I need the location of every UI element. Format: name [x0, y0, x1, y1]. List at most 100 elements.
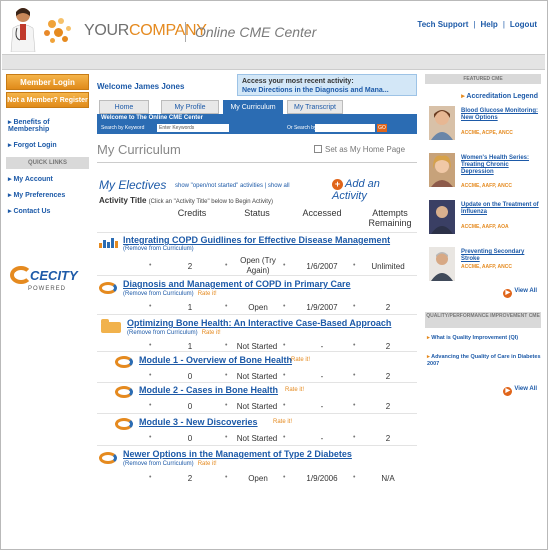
column-status: Status [244, 208, 270, 218]
remove-from-curriculum-link[interactable]: (Remove from Curriculum) Rate it! [123, 461, 217, 467]
tab-my-curriculum[interactable]: My Curriculum [223, 100, 283, 114]
rate-it-link[interactable]: Rate it! [285, 387, 304, 393]
featured-title-link[interactable]: Update on the Treatment of Influenza [461, 202, 541, 216]
activity-title-link[interactable]: Integrating COPD Guidlines for Effective… [123, 235, 390, 245]
what-is-qi-link[interactable]: What is Quality Improvement (QI) [425, 335, 541, 342]
help-link[interactable]: Help [480, 20, 497, 29]
accessed-value: - [320, 372, 324, 381]
tab-home[interactable]: Home [99, 100, 149, 114]
advancing-quality-link[interactable]: Advancing the Quality of Care in Diabete… [425, 354, 541, 368]
column-attempts: Attempts Remaining [368, 208, 412, 228]
folder-icon [101, 319, 121, 333]
activity-title-heading: Activity Title (Click an "Activity Title… [99, 196, 273, 205]
set-home-checkbox[interactable]: Set as My Home Page [314, 145, 405, 154]
search-go-button[interactable]: GO [377, 124, 387, 132]
site-title: Online CME Center [195, 24, 317, 40]
register-button[interactable]: Not a Member? Register FREE Now [6, 92, 89, 120]
activity-title-label: Activity Title [99, 196, 147, 205]
forgot-login-link[interactable]: Forgot Login [6, 141, 89, 149]
page-title: My Curriculum [97, 142, 181, 157]
recent-activity-link[interactable]: New Directions in the Diagnosis and Mana… [242, 86, 412, 95]
welcome-message: Welcome James Jones [97, 82, 185, 91]
search-bar: Search by Keyword Enter Keywords Or Sear… [97, 122, 417, 134]
activity-title-link[interactable]: Diagnosis and Management of COPD in Prim… [123, 279, 351, 289]
view-all-featured-link[interactable]: ▶ View All [425, 288, 541, 298]
row-divider [97, 232, 417, 233]
row-divider [97, 351, 417, 352]
search-by-select[interactable] [315, 124, 375, 132]
company-logo-text[interactable]: YOURCOMPANY [84, 22, 207, 40]
title-divider [97, 162, 417, 163]
attempts-value: 2 [385, 402, 391, 411]
credits-value: 2 [187, 262, 193, 271]
row-divider [97, 382, 417, 383]
bullet: • [225, 262, 228, 269]
man-photo-icon [429, 200, 455, 234]
bullet: • [225, 372, 228, 379]
bullet: • [353, 402, 356, 409]
bullet: • [149, 434, 152, 441]
checkbox-icon[interactable] [314, 145, 322, 153]
module-title-link[interactable]: Module 2 - Cases in Bone Health [139, 385, 278, 395]
my-account-link[interactable]: My Account [6, 175, 89, 183]
add-icon[interactable]: + [332, 179, 343, 190]
search-input[interactable]: Enter Keywords [157, 124, 229, 132]
row-divider [97, 413, 417, 414]
featured-title-link[interactable]: Preventing Secondary Stroke [461, 249, 541, 263]
featured-title-link[interactable]: Women's Health Series: Treating Chronic … [461, 155, 541, 176]
row-divider [97, 314, 417, 315]
remove-from-curriculum-link[interactable]: (Remove from Curriculum) Rate it! [123, 291, 217, 297]
recent-activity-box: Access your most recent activity: New Di… [237, 74, 417, 96]
bullet: • [353, 434, 356, 441]
view-all-label[interactable]: View All [514, 288, 537, 294]
module-title-link[interactable]: Module 3 - New Discoveries [139, 417, 258, 427]
rate-it-link[interactable]: Rate it! [291, 357, 310, 363]
member-login-button[interactable]: Member Login [6, 74, 89, 90]
powered-text: POWERED [28, 286, 67, 292]
bullet: • [283, 402, 286, 409]
accreditation-codes: ACCME, AAFP, AOA [461, 224, 509, 230]
module-ring-icon [115, 418, 133, 430]
top-links: Tech Support | Help | Logout [417, 20, 537, 29]
module-title-link[interactable]: Module 1 - Overview of Bone Health [139, 355, 292, 365]
featured-item[interactable]: Blood Glucose Monitoring: New Options AC… [425, 106, 541, 147]
quick-links: My Account My Preferences Contact Us [6, 175, 89, 215]
bullet: • [149, 342, 152, 349]
my-preferences-link[interactable]: My Preferences [6, 191, 89, 199]
bullet: • [225, 342, 228, 349]
tab-my-profile[interactable]: My Profile [161, 100, 219, 114]
rate-it-link[interactable]: Rate it! [198, 461, 217, 467]
logout-link[interactable]: Logout [510, 20, 537, 29]
remove-from-curriculum-link[interactable]: (Remove from Curriculum) [123, 246, 194, 252]
view-all-label[interactable]: View All [514, 386, 537, 392]
featured-item[interactable]: Preventing Secondary Stroke ACCME, AAFP,… [425, 247, 541, 288]
accessed-value: - [320, 434, 324, 443]
arrow-right-icon[interactable]: ▶ [503, 289, 513, 298]
tech-support-link[interactable]: Tech Support [417, 20, 468, 29]
view-all-qi-link[interactable]: ▶ View All [425, 386, 541, 396]
company-logo-icon [42, 16, 82, 48]
bullet: • [225, 434, 228, 441]
show-filter-links[interactable]: show "open/not started" activities | sho… [175, 183, 290, 189]
featured-item[interactable]: Women's Health Series: Treating Chronic … [425, 153, 541, 194]
rate-it-link[interactable]: Rate it! [198, 291, 217, 297]
featured-title-link[interactable]: Blood Glucose Monitoring: New Options [461, 108, 541, 122]
quality-improvement-heading: QUALITY/PERFORMANCE IMPROVEMENT CME [425, 312, 541, 328]
arrow-right-icon[interactable]: ▶ [503, 387, 513, 396]
benefits-link[interactable]: Benefits of Membership [6, 118, 89, 133]
tab-my-transcript[interactable]: My Transcript [287, 100, 343, 114]
contact-us-link[interactable]: Contact Us [6, 207, 89, 215]
accreditation-legend-link[interactable]: Accreditation Legend [425, 92, 541, 100]
featured-item[interactable]: Update on the Treatment of Influenza ACC… [425, 200, 541, 241]
add-activity-button[interactable]: + Add an Activity [332, 178, 417, 202]
remove-from-curriculum-link[interactable]: (Remove from Curriculum) Rate it! [127, 330, 221, 336]
activity-title-link[interactable]: Newer Options in the Management of Type … [123, 449, 352, 459]
module-ring-icon [115, 356, 133, 368]
status-value: Open [248, 303, 268, 312]
activity-title-link[interactable]: Optimizing Bone Health: An Interactive C… [127, 318, 391, 328]
activity-hint: (Click an "Activity Title" below to Begi… [148, 199, 273, 205]
rate-it-link[interactable]: Rate it! [273, 419, 292, 425]
doctor-avatar-icon [10, 8, 36, 52]
rate-it-link[interactable]: Rate it! [202, 330, 221, 336]
bullet: • [353, 474, 356, 481]
